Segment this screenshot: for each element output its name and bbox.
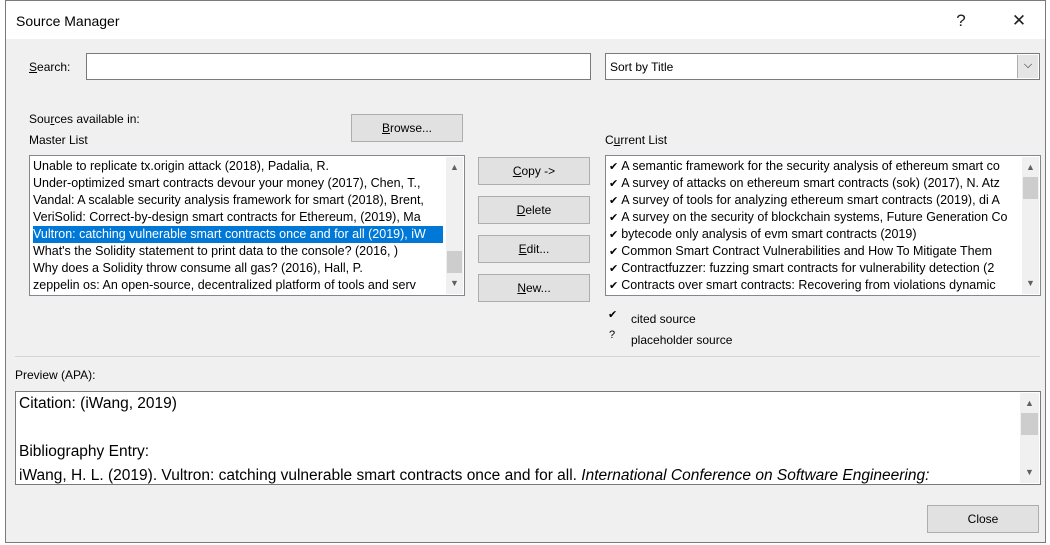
checkmark-icon: ✔: [609, 212, 619, 224]
scroll-up-icon[interactable]: ▲: [1022, 159, 1039, 176]
checkmark-icon: ✔: [608, 309, 618, 321]
master-list-label: Master List: [29, 133, 88, 147]
checkmark-icon: ✔: [609, 246, 619, 258]
preview-citation: Citation: (iWang, 2019): [19, 395, 177, 412]
placeholder-icon: ?: [609, 329, 616, 341]
current-list-item[interactable]: ✔ A survey on the security of blockchain …: [609, 209, 1021, 226]
scroll-thumb[interactable]: [447, 251, 462, 273]
new-accel: N: [517, 281, 526, 295]
current-list-item[interactable]: ✔ A semantic framework for the security a…: [609, 158, 1021, 175]
help-button[interactable]: ?: [941, 7, 981, 35]
master-list-scrollbar[interactable]: ▲ ▼: [446, 157, 463, 294]
copy-button[interactable]: Copy ->: [478, 157, 590, 185]
browse-text: rowse...: [390, 121, 433, 135]
delete-text: elete: [525, 203, 552, 217]
browse-accel: B: [381, 121, 390, 135]
master-list-item[interactable]: Vandal: A scalable security analysis fra…: [33, 192, 443, 209]
bibliography-italic-text: International Conference on Software Eng…: [581, 467, 930, 484]
current-list-item-label: A survey of tools for analyzing ethereum…: [621, 193, 1000, 207]
preview-scrollbar[interactable]: ▲ ▼: [1020, 393, 1039, 483]
scroll-down-icon[interactable]: ▼: [446, 275, 463, 292]
preview-box[interactable]: Citation: (iWang, 2019) Bibliography Ent…: [15, 391, 1041, 485]
scroll-thumb[interactable]: [1021, 413, 1038, 435]
scroll-up-icon[interactable]: ▲: [1020, 395, 1039, 412]
new-button[interactable]: New...: [478, 274, 590, 302]
chevron-down-icon[interactable]: ⌵: [1017, 55, 1038, 78]
search-label-text: earch:: [37, 60, 71, 74]
browse-button[interactable]: Browse...: [351, 114, 463, 142]
close-icon[interactable]: ✕: [999, 7, 1039, 35]
current-list-scrollbar[interactable]: ▲ ▼: [1022, 157, 1039, 294]
scroll-up-icon[interactable]: ▲: [446, 159, 463, 176]
sources-available-label: Sources available in:: [29, 112, 140, 126]
delete-button[interactable]: Delete: [478, 196, 590, 224]
search-label-accel: S: [29, 60, 38, 74]
current-list-item-label: A semantic framework for the security an…: [621, 159, 1000, 173]
sources-label-text: Sou: [29, 112, 51, 126]
master-list-item[interactable]: Vultron: catching vulnerable smart contr…: [33, 226, 443, 243]
master-list-item[interactable]: zeppelin os: An open-source, decentraliz…: [33, 277, 443, 294]
current-label-text: rrent List: [620, 133, 668, 147]
current-list-item-label: bytecode only analysis of evm smart cont…: [621, 227, 917, 241]
scroll-down-icon[interactable]: ▼: [1020, 464, 1039, 481]
checkmark-icon: ✔: [609, 161, 619, 173]
current-list-item[interactable]: ✔ A survey of tools for analyzing ethereu…: [609, 192, 1021, 209]
sources-label-text: ces available in:: [54, 112, 140, 126]
search-label: Search:: [29, 60, 70, 74]
checkmark-icon: ✔: [609, 229, 619, 241]
checkmark-icon: ✔: [609, 195, 619, 207]
scroll-thumb[interactable]: [1023, 177, 1038, 199]
preview-bibliography-entry: iWang, H. L. (2019). Vultron: catching v…: [19, 467, 930, 484]
current-list-label: Current List: [605, 133, 667, 147]
current-list-item-label: Contractfuzzer: fuzzing smart contracts …: [621, 261, 995, 275]
master-list-item[interactable]: Under-optimized smart contracts devour y…: [33, 175, 443, 192]
current-list-item[interactable]: ✔ Contracts over smart contracts: Recover…: [609, 277, 1021, 294]
master-list-item[interactable]: Why does a Solidity throw consume all ga…: [33, 260, 443, 277]
preview-label: Preview (APA):: [15, 368, 96, 382]
current-list-item-label: Contracts over smart contracts: Recoveri…: [621, 278, 996, 292]
master-list[interactable]: zeppelin os: An open-source, decentraliz…: [29, 155, 465, 296]
copy-text: opy ->: [521, 164, 556, 178]
master-list-item[interactable]: Unable to replicate tx.origin attack (20…: [33, 158, 443, 175]
checkmark-icon: ✔: [609, 280, 619, 292]
checkmark-icon: ✔: [609, 263, 619, 275]
master-list-item[interactable]: What's the Solidity statement to print d…: [33, 243, 443, 260]
current-list-item-label: A survey on the security of blockchain s…: [621, 210, 1008, 224]
current-label-text: C: [605, 133, 614, 147]
preview-bibliography-label: Bibliography Entry:: [19, 443, 150, 460]
current-list-item[interactable]: ✔ bytecode only analysis of evm smart con…: [609, 226, 1021, 243]
close-button[interactable]: Close: [927, 505, 1039, 533]
edit-button[interactable]: Edit...: [478, 235, 590, 263]
bibliography-text: iWang, H. L. (2019). Vultron: catching v…: [19, 467, 582, 484]
current-list-item[interactable]: ✔ A survey of attacks on ethereum smart c…: [609, 175, 1021, 192]
dialog-title: Source Manager: [16, 13, 120, 29]
current-list-item-label: A survey of attacks on ethereum smart co…: [621, 176, 1000, 190]
search-input[interactable]: [86, 53, 591, 80]
current-list[interactable]: ✔ Contracts over smart contracts: Recover…: [605, 155, 1041, 296]
legend-placeholder-label: placeholder source: [631, 333, 733, 347]
legend-cited-label: cited source: [631, 312, 696, 326]
title-bar: Source Manager ? ✕: [6, 1, 1045, 39]
sort-value: Sort by Title: [610, 60, 674, 74]
divider: [15, 356, 1040, 357]
current-list-item-label: Common Smart Contract Vulnerabilities an…: [621, 244, 992, 258]
checkmark-icon: ✔: [609, 178, 619, 190]
current-list-item[interactable]: ✔ Common Smart Contract Vulnerabilities a…: [609, 243, 1021, 260]
master-list-item[interactable]: VeriSolid: Correct-by-design smart contr…: [33, 209, 443, 226]
edit-accel: E: [518, 242, 527, 256]
current-list-item[interactable]: ✔ Contractfuzzer: fuzzing smart contracts…: [609, 260, 1021, 277]
source-manager-dialog: Source Manager ? ✕ Search: Sort by Title…: [5, 0, 1046, 543]
edit-text: dit...: [526, 242, 550, 256]
sort-dropdown[interactable]: Sort by Title ⌵: [605, 53, 1040, 80]
new-text: ew...: [525, 281, 551, 295]
delete-accel: D: [516, 203, 526, 217]
scroll-down-icon[interactable]: ▼: [1022, 275, 1039, 292]
